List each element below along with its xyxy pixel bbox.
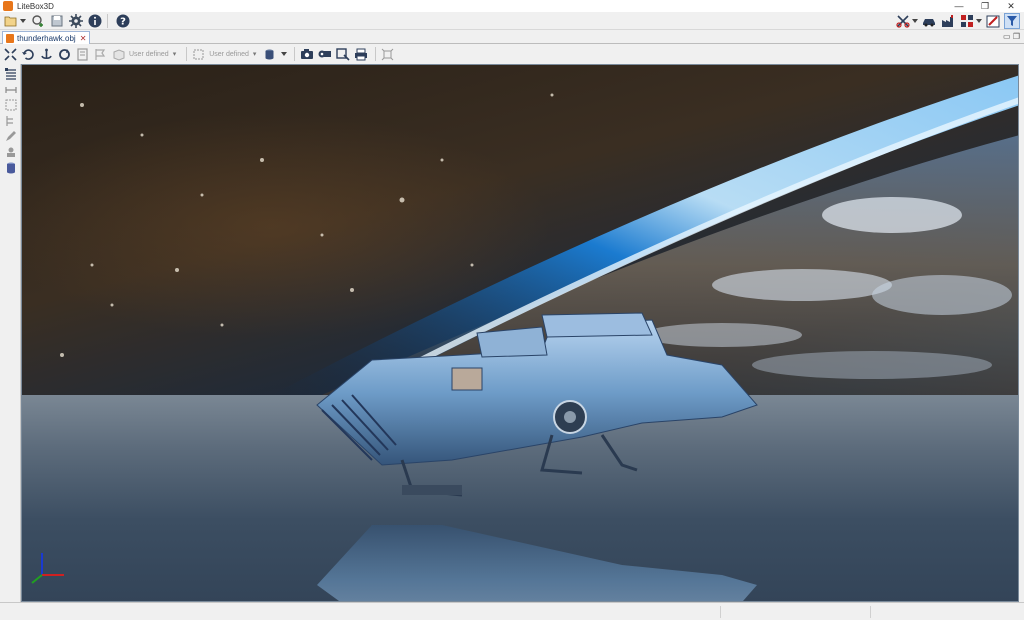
- book-icon[interactable]: [75, 47, 90, 62]
- cube-icon[interactable]: [111, 47, 126, 62]
- palette-icon[interactable]: [985, 13, 1001, 29]
- left-toolbar: [0, 64, 21, 602]
- grid-render-icon[interactable]: [959, 13, 975, 29]
- status-cell: [870, 606, 1020, 618]
- expand-icon[interactable]: [380, 47, 395, 62]
- dropdown-arrow-icon[interactable]: [280, 47, 287, 62]
- axis-gizmo: [31, 553, 64, 584]
- toolbar-separator: [186, 47, 188, 61]
- minimize-button[interactable]: —: [946, 0, 972, 12]
- spaceship-model[interactable]: [22, 65, 1019, 602]
- chevron-down-icon: ▾: [172, 51, 177, 58]
- view-preset-dropdown[interactable]: User defined ▾: [129, 47, 176, 61]
- projection-value: User defined: [209, 50, 249, 58]
- mdi-window-controls[interactable]: ▭ ❐: [1003, 32, 1020, 41]
- dropdown-arrow-icon[interactable]: [911, 13, 918, 29]
- 3d-viewport[interactable]: [21, 64, 1019, 602]
- dropdown-arrow-icon[interactable]: [19, 13, 27, 29]
- render-icon[interactable]: [335, 47, 350, 62]
- fit-view-icon[interactable]: [3, 47, 18, 62]
- factory-icon[interactable]: [940, 13, 956, 29]
- stamp-icon[interactable]: [4, 146, 17, 158]
- section-icon[interactable]: [4, 99, 17, 111]
- svg-text:?: ?: [120, 16, 126, 27]
- rotate-icon[interactable]: [21, 47, 36, 62]
- tree-icon[interactable]: [4, 115, 17, 127]
- window-controls: — ❐ ✕: [946, 0, 1024, 12]
- app-logo-icon: [3, 1, 13, 11]
- cylinder-icon[interactable]: [262, 47, 277, 62]
- maximize-button[interactable]: ❐: [972, 0, 998, 12]
- right-toolbar-group: [892, 13, 1020, 29]
- refresh-icon[interactable]: [57, 47, 72, 62]
- car-view-icon[interactable]: [921, 13, 937, 29]
- settings-icon[interactable]: [68, 13, 84, 29]
- document-tab-strip: thunderhawk.obj ✕ ▭ ❐: [0, 30, 1024, 44]
- info-icon[interactable]: [87, 13, 103, 29]
- status-cell: [720, 606, 870, 618]
- title-bar: LiteBox3D — ❐ ✕: [0, 0, 1024, 12]
- tab-thunderhawk[interactable]: thunderhawk.obj ✕: [2, 31, 91, 44]
- filter-icon[interactable]: [1004, 13, 1020, 29]
- document-icon: [6, 33, 14, 43]
- tab-label: thunderhawk.obj: [17, 33, 76, 43]
- scissors-icon[interactable]: [895, 13, 911, 29]
- camera-icon[interactable]: [299, 47, 314, 62]
- pencil-icon[interactable]: [4, 130, 17, 142]
- close-button[interactable]: ✕: [998, 0, 1024, 12]
- ruler-icon[interactable]: [4, 84, 17, 96]
- printer-icon[interactable]: [353, 47, 368, 62]
- status-bar: [0, 602, 1024, 620]
- main-toolbar: ?: [0, 12, 1024, 30]
- window-title: LiteBox3D: [17, 1, 54, 11]
- toolbar-separator: [294, 47, 296, 61]
- dropdown-arrow-icon[interactable]: [975, 13, 982, 29]
- open-folder-icon[interactable]: [3, 13, 19, 29]
- help-icon[interactable]: ?: [115, 13, 131, 29]
- toolbar-separator: [107, 13, 108, 28]
- anchor-icon[interactable]: [39, 47, 54, 62]
- close-tab-icon[interactable]: ✕: [80, 34, 87, 43]
- save-icon[interactable]: [49, 13, 65, 29]
- view-preset-value: User defined: [129, 50, 169, 58]
- cylinder-blue-icon[interactable]: [4, 162, 17, 174]
- viewer-toolbar: User defined ▾ User defined ▾: [0, 44, 1024, 64]
- flag-icon[interactable]: [93, 47, 108, 62]
- projection-dropdown[interactable]: User defined ▾: [209, 47, 256, 61]
- cube-frame-icon[interactable]: [191, 47, 206, 62]
- add-model-icon[interactable]: [30, 13, 46, 29]
- layers-icon[interactable]: [4, 68, 17, 80]
- toolbar-separator: [375, 47, 377, 61]
- video-camera-icon[interactable]: [317, 47, 332, 62]
- chevron-down-icon: ▾: [252, 51, 257, 58]
